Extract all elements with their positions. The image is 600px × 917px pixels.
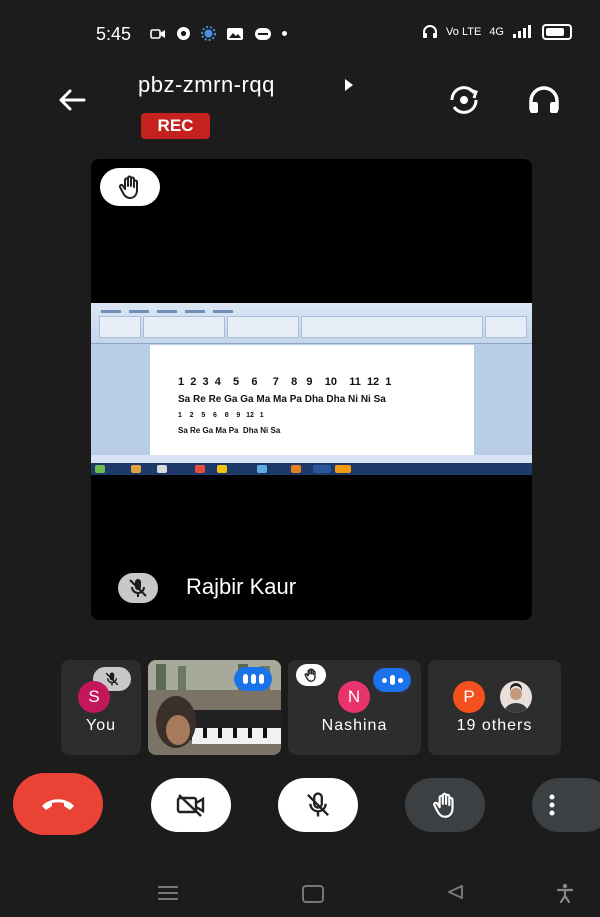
taskbar-app-icon: [195, 465, 205, 473]
participant-tile-you[interactable]: S You: [61, 660, 141, 755]
windows-taskbar: [91, 463, 532, 475]
status-time: 5:45: [96, 24, 132, 44]
video-notification-icon: [150, 28, 165, 39]
start-icon: [95, 465, 105, 473]
volte-label: Vo LTE: [446, 26, 482, 38]
doc-number-row: 1 2 3 4 5 6 7 8 9 10 11 12 1: [178, 376, 392, 388]
speaking-dot: [397, 677, 403, 683]
doc-swara-row-small: Sa Re Ga Ma Pa Dha Ni Sa: [178, 426, 281, 435]
taskbar-app-icon: [257, 465, 267, 473]
gallery-icon: [227, 27, 243, 40]
participant-name: You: [86, 717, 116, 734]
ribbon-styles-group: [301, 316, 483, 338]
word-status-bar: [91, 455, 532, 463]
doc-number-row-small: 1 2 5 6 8 9 12 1: [178, 412, 264, 419]
speaking-bar: [389, 675, 395, 685]
avatar-photo: [500, 681, 532, 713]
system-icons: Vo LTE 4G: [422, 24, 572, 40]
raised-hand-indicator: [100, 168, 160, 206]
meeting-details-arrow-icon[interactable]: [345, 79, 353, 91]
signal-icon: [513, 25, 531, 38]
nav-accessibility-button[interactable]: [556, 883, 574, 903]
presenter-name: Rajbir Kaur: [186, 574, 297, 599]
participant-name: 19 others: [456, 717, 533, 734]
speaking-bar: [242, 674, 248, 684]
audio-output-button[interactable]: [524, 82, 564, 118]
hand-icon: [304, 668, 316, 682]
phone-hangup-icon: [42, 799, 74, 810]
avatar: S: [78, 681, 110, 713]
camera-off-icon: [176, 794, 205, 817]
ribbon-tab: [129, 310, 149, 313]
speaking-indicator: [373, 668, 411, 692]
nav-back-button[interactable]: [446, 884, 464, 900]
accessibility-icon: [556, 883, 574, 903]
switch-camera-button[interactable]: [444, 80, 484, 120]
taskbar-app-icon: [131, 465, 141, 473]
ribbon-tab: [185, 310, 205, 313]
ribbon-group: [143, 316, 225, 338]
taskbar-app-icon: [157, 465, 167, 473]
headphones-icon: [529, 86, 559, 113]
ribbon-group: [485, 316, 527, 338]
participant-tile-nashina[interactable]: N Nashina: [288, 660, 421, 755]
taskbar-app-icon: [335, 465, 351, 473]
doc-swara-row: Sa Re Re Ga Ga Ma Ma Pa Dha Dha Ni Ni Sa: [178, 394, 386, 405]
chrome-icon: [177, 27, 190, 40]
speaking-indicator: [234, 667, 272, 691]
avatar-photo-image: [504, 683, 528, 713]
participant-name: Nashina: [321, 717, 388, 734]
settings-icon: [201, 26, 216, 41]
raised-hand-indicator: [296, 664, 326, 686]
mic-off-icon: [129, 579, 147, 597]
back-button[interactable]: [52, 82, 92, 118]
arrow-left-icon: [59, 89, 86, 111]
speaking-bar: [258, 674, 264, 684]
shared-screen: 1 2 3 4 5 6 7 8 9 10 11 12 1 Sa Re Re Ga…: [91, 303, 532, 475]
end-call-button[interactable]: [13, 773, 103, 835]
camera-toggle-button[interactable]: [151, 778, 231, 832]
network-type-label: 4G: [489, 26, 504, 38]
participant-tile-others[interactable]: P 19 others: [428, 660, 561, 755]
mic-off-icon: [105, 672, 119, 686]
ribbon-group: [227, 316, 299, 338]
word-taskbar-icon: [313, 465, 331, 473]
speaking-bar: [250, 674, 256, 684]
switch-camera-icon: [450, 86, 478, 114]
mic-off-icon: [307, 792, 329, 817]
headset-status-icon: [423, 25, 438, 38]
recording-badge: REC: [141, 113, 210, 139]
document-page: 1 2 3 4 5 6 7 8 9 10 11 12 1 Sa Re Re Ga…: [150, 345, 474, 463]
ribbon-tab: [101, 310, 121, 313]
nav-back-icon: [448, 885, 463, 899]
mic-toggle-button[interactable]: [278, 778, 358, 832]
avatar: P: [453, 681, 485, 713]
more-vert-icon: [549, 794, 555, 816]
taskbar-app-icon: [217, 465, 227, 473]
ribbon-tab: [157, 310, 177, 313]
avatar: N: [338, 681, 370, 713]
ribbon-group: [99, 316, 141, 338]
more-notifications-dot: [282, 31, 287, 36]
battery-icon: [542, 24, 572, 40]
taskbar-app-icon: [291, 465, 301, 473]
presenter-mic-off-indicator: [118, 573, 158, 603]
notification-icons: [150, 26, 287, 41]
participant-tile-video[interactable]: [148, 660, 281, 755]
more-options-button[interactable]: [532, 778, 600, 832]
word-ribbon: [91, 303, 532, 344]
ribbon-tab: [213, 310, 233, 313]
speaking-dot: [381, 677, 387, 683]
message-icon: [255, 27, 271, 40]
hand-icon: [433, 792, 454, 818]
nav-home-button[interactable]: [302, 885, 324, 903]
raise-hand-button[interactable]: [405, 778, 485, 832]
nav-recents-button[interactable]: [158, 886, 178, 904]
hand-icon: [118, 175, 138, 199]
meeting-code[interactable]: pbz-zmrn-rqq: [138, 72, 275, 98]
